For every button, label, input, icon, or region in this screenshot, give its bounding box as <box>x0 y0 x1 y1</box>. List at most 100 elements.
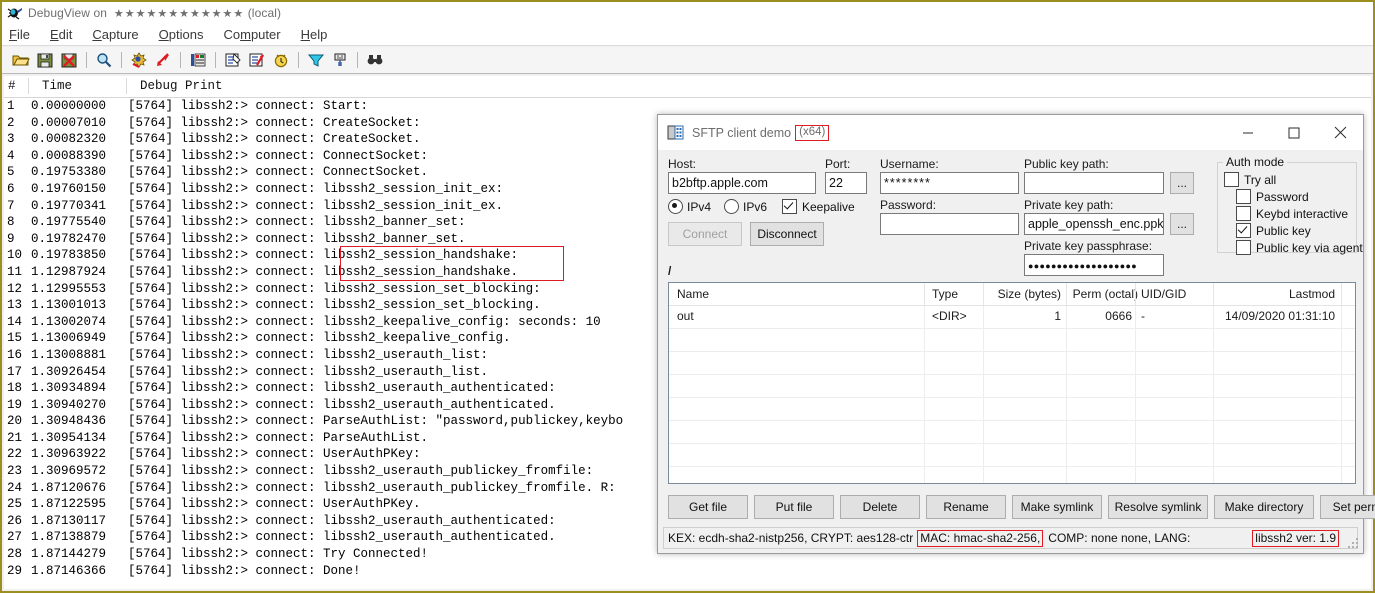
capture-events-icon[interactable] <box>186 48 210 72</box>
log-row-index: 1 <box>7 99 15 113</box>
table-row[interactable]: out <DIR> 1 0666- 14/09/2020 01:31:10 <box>669 306 1355 329</box>
log-row-message: [5764] libssh2:> connect: libssh2_userau… <box>128 480 616 495</box>
menu-edit[interactable]: Edit <box>50 27 72 42</box>
auth-mode-public-key[interactable]: Public key <box>1236 223 1311 238</box>
make-directory-button[interactable]: Make directory <box>1214 495 1314 519</box>
col-size[interactable]: Size (bytes) <box>991 287 1061 301</box>
log-row-message: [5764] libssh2:> connect: Try Connected! <box>128 547 429 562</box>
capture-win32-icon[interactable] <box>127 48 151 72</box>
make-symlink-button[interactable]: Make symlink <box>1012 495 1102 519</box>
put-file-button[interactable]: Put file <box>754 495 834 519</box>
password-input[interactable] <box>880 213 1019 235</box>
username-input[interactable]: ******** <box>880 172 1019 194</box>
ipv4-radio[interactable]: IPv4 <box>668 199 711 214</box>
resolve-symlink-button[interactable]: Resolve symlink <box>1108 495 1208 519</box>
auth-mode-password[interactable]: Password <box>1236 189 1309 204</box>
keepalive-checkbox[interactable]: Keepalive <box>782 199 855 214</box>
ipv6-radio[interactable]: IPv6 <box>724 199 767 214</box>
set-perms-button[interactable]: Set perms <box>1320 495 1375 519</box>
log-row-index: 21 <box>7 430 23 445</box>
minimize-button[interactable] <box>1225 116 1271 150</box>
column-time[interactable]: Time <box>42 79 72 93</box>
log-row-index: 26 <box>7 513 23 528</box>
menu-help[interactable]: Help <box>301 27 328 42</box>
menu-file[interactable]: File <box>9 27 30 42</box>
host-input[interactable]: b2bftp.apple.com <box>668 172 816 194</box>
log-row-message: [5764] libssh2:> connect: libssh2_userau… <box>128 530 556 545</box>
menu-computer[interactable]: Computer <box>223 27 280 42</box>
log-row-index: 28 <box>7 547 23 562</box>
open-icon[interactable] <box>9 48 33 72</box>
log-row-message: [5764] libssh2:> connect: libssh2_userau… <box>128 513 556 528</box>
save-icon[interactable] <box>33 48 57 72</box>
log-row-message: [5764] libssh2:> connect: libssh2_userau… <box>128 381 556 396</box>
table-row-empty <box>669 352 1355 375</box>
log-row-index: 10 <box>7 248 23 263</box>
resize-grip[interactable] <box>1348 538 1360 550</box>
menu-options[interactable]: Options <box>159 27 204 42</box>
get-file-button[interactable]: Get file <box>668 495 748 519</box>
cell-lastmod: 14/09/2020 01:31:10 <box>1225 309 1336 323</box>
status-version: libssh2 ver: 1.9 <box>1252 529 1339 547</box>
public-key-browse-button[interactable]: ... <box>1170 172 1194 194</box>
log-row-message: [5764] libssh2:> connect: libssh2_banner… <box>128 231 466 246</box>
highlight-icon[interactable] <box>328 48 352 72</box>
col-perm[interactable]: Perm (octal) <box>1072 287 1138 301</box>
log-row-time: 0.00007010 <box>31 115 107 130</box>
log-row-index: 23 <box>7 464 23 479</box>
auth-mode-legend: Auth mode <box>1223 155 1288 169</box>
disconnect-button[interactable]: Disconnect <box>750 222 824 246</box>
autoscroll-icon[interactable] <box>221 48 245 72</box>
rename-button[interactable]: Rename <box>926 495 1006 519</box>
public-key-path-input[interactable] <box>1024 172 1164 194</box>
col-name[interactable]: Name <box>677 287 709 301</box>
ipv4-label: IPv4 <box>687 199 712 214</box>
log-row-time: 1.12995553 <box>31 281 107 296</box>
log-row-message: [5764] libssh2:> connect: libssh2_sessio… <box>128 298 541 313</box>
log-row-index: 11 <box>7 264 23 279</box>
private-key-passphrase-input[interactable]: ●●●●●●●●●●●●●●●●●●● <box>1024 254 1164 276</box>
log-row-time: 0.19760150 <box>31 181 107 196</box>
auth-mode-public-key-via-agent[interactable]: Public key via agent <box>1236 240 1363 255</box>
col-lastmod[interactable]: Lastmod <box>1225 287 1335 301</box>
maximize-button[interactable] <box>1271 116 1317 150</box>
log-row[interactable]: 1 0.00000000 [5764] libssh2:> connect: Sta… <box>4 98 1371 115</box>
log-row-index: 18 <box>7 381 23 396</box>
connect-button[interactable]: Connect <box>668 222 742 246</box>
log-row-index: 24 <box>7 480 23 495</box>
checkbox-box <box>1236 189 1251 204</box>
auth-mode-try-all[interactable]: Try all <box>1224 172 1276 187</box>
clock-icon[interactable] <box>269 48 293 72</box>
log-row-time: 1.12987924 <box>31 264 107 279</box>
log-row-time: 1.13001013 <box>31 298 107 313</box>
clear-display-icon[interactable] <box>245 48 269 72</box>
filter-icon[interactable] <box>304 48 328 72</box>
private-key-browse-button[interactable]: ... <box>1170 213 1194 235</box>
ipv6-label: IPv6 <box>743 199 768 214</box>
delete-button[interactable]: Delete <box>840 495 920 519</box>
menu-capture[interactable]: Capture <box>92 27 138 42</box>
col-type[interactable]: Type <box>932 287 958 301</box>
auth-mode-label: Password <box>1256 189 1309 204</box>
private-key-path-input[interactable]: apple_openssh_enc.ppk <box>1024 213 1164 235</box>
log-row[interactable]: 29 1.87146366 [5764] libssh2:> connect: Do… <box>4 563 1371 580</box>
sftp-titlebar[interactable]: SFTP client demo (x64) <box>658 115 1363 151</box>
log-row-time: 0.19753380 <box>31 165 107 180</box>
log-row-time: 1.13002074 <box>31 314 107 329</box>
debugview-titlebar[interactable]: DebugView on ★★★★★★★★★★★★ (local) <box>2 2 1373 23</box>
status-mac: MAC: hmac-sha2-256, <box>917 529 1044 547</box>
auth-mode-keybd-interactive[interactable]: Keybd interactive <box>1236 206 1348 221</box>
log-row-message: [5764] libssh2:> connect: libssh2_userau… <box>128 464 594 479</box>
column-index[interactable]: # <box>8 79 16 93</box>
clear-icon[interactable] <box>57 48 81 72</box>
capture-kernel-icon[interactable] <box>151 48 175 72</box>
log-row-index: 14 <box>7 314 23 329</box>
file-list[interactable]: Name Type Size (bytes) Perm (octal) UID/… <box>668 282 1356 484</box>
find-icon[interactable] <box>92 48 116 72</box>
close-button[interactable] <box>1317 116 1363 150</box>
log-row-time: 1.13006949 <box>31 331 107 346</box>
column-debug-print[interactable]: Debug Print <box>140 79 223 93</box>
col-uidgid[interactable]: UID/GID <box>1141 287 1186 301</box>
port-input[interactable]: 22 <box>825 172 867 194</box>
find-next-icon[interactable] <box>363 48 387 72</box>
